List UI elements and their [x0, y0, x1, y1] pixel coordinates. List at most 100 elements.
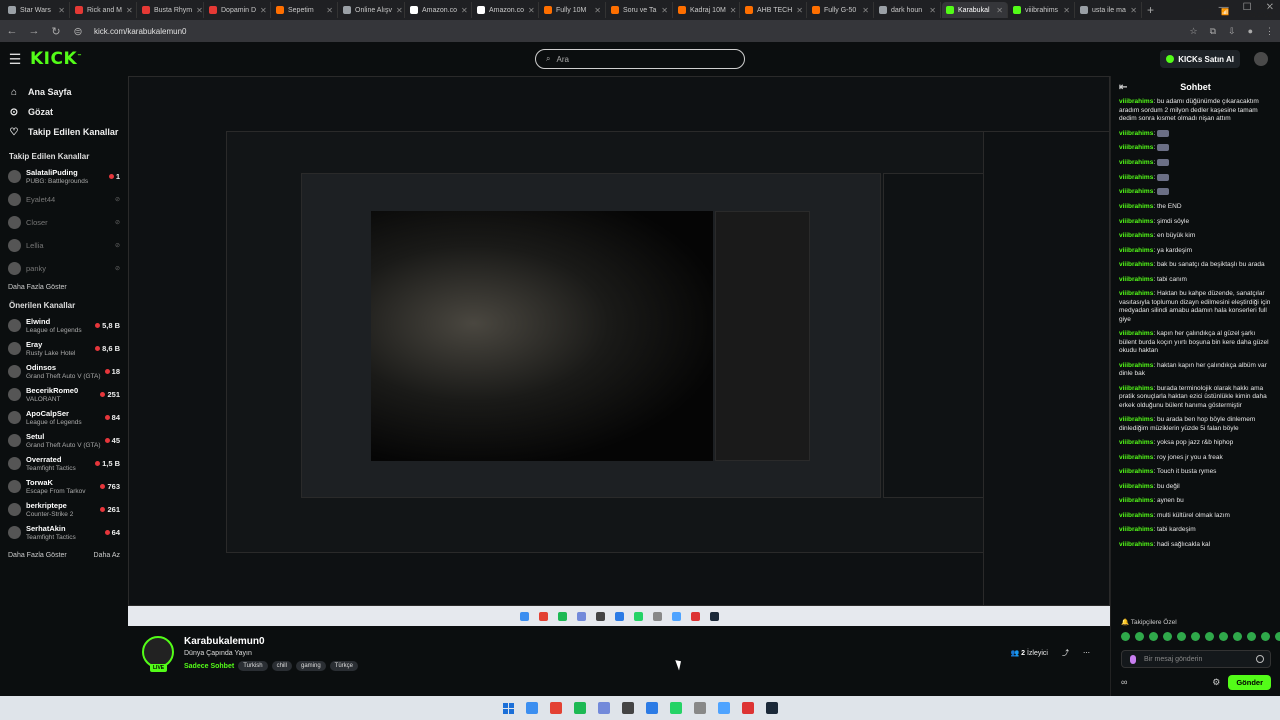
kick-logo[interactable]: KICK™ — [30, 49, 83, 69]
tag-chip[interactable]: Turkish — [238, 661, 268, 671]
profile-icon[interactable]: ● — [1248, 26, 1253, 37]
sidebar-nav-item[interactable]: ⌂ Ana Sayfa — [8, 82, 120, 102]
tab-close-icon[interactable]: ✕ — [126, 6, 133, 15]
channel-item[interactable]: SerhatAkin Teamfight Tactics 64 — [8, 521, 120, 544]
browser-tab[interactable]: Kadraj 10M ✕ — [674, 2, 740, 18]
emote-icon[interactable] — [1177, 632, 1186, 641]
tab-close-icon[interactable]: ✕ — [1130, 6, 1137, 15]
channel-item[interactable]: TorwaK Escape From Tarkov 763 — [8, 475, 120, 498]
chat-username[interactable]: viiibrahims — [1119, 454, 1153, 461]
show-more-followed[interactable]: Daha Fazla Göster — [8, 284, 120, 291]
chat-username[interactable]: viiibrahims — [1119, 276, 1153, 283]
tab-close-icon[interactable]: ✕ — [661, 6, 668, 15]
tag-chip[interactable]: chill — [271, 661, 292, 671]
emote-icon[interactable] — [1233, 632, 1242, 641]
emote-icon[interactable] — [1163, 632, 1172, 641]
channel-avatar[interactable]: LIVE — [142, 636, 174, 672]
send-button[interactable]: Gönder — [1228, 674, 1271, 690]
show-more-recommended[interactable]: Daha Fazla Göster — [8, 552, 67, 559]
tag-chip[interactable]: gaming — [295, 661, 326, 671]
stream-video[interactable] — [128, 76, 1110, 626]
menu-icon[interactable]: ⋮ — [1265, 26, 1274, 37]
extensions-icon[interactable]: ⧉ — [1210, 26, 1216, 37]
browser-taskbar-icon[interactable] — [525, 702, 538, 714]
chat-username[interactable]: viiibrahims — [1119, 512, 1153, 519]
chat-username[interactable]: viiibrahims — [1119, 232, 1153, 239]
emote-icon[interactable] — [1205, 632, 1214, 641]
chat-input[interactable]: Bir mesaj gönderin — [1121, 650, 1271, 668]
tab-close-icon[interactable]: ✕ — [196, 6, 203, 15]
bookmark-star-icon[interactable]: ☆ — [1190, 26, 1198, 37]
options-icon[interactable]: ⋯ — [1083, 649, 1090, 657]
windows-start-icon[interactable] — [502, 702, 514, 714]
chat-username[interactable]: viiibrahims — [1119, 483, 1153, 490]
channel-item[interactable]: panky ⊘ — [8, 257, 120, 280]
chat-username[interactable]: viiibrahims — [1119, 159, 1153, 166]
channel-item[interactable]: Elwind League of Legends 5,8 B — [8, 314, 120, 337]
emote-icon[interactable] — [1135, 632, 1144, 641]
tab-close-icon[interactable]: ✕ — [594, 6, 601, 15]
antivirus-taskbar-icon[interactable] — [741, 702, 754, 714]
sidebar-nav-item[interactable]: ♡ Takip Edilen Kanallar — [8, 122, 120, 142]
browser-tab[interactable]: Online Alışv ✕ — [339, 2, 405, 18]
emote-icon[interactable] — [1261, 632, 1270, 641]
app-taskbar-icon[interactable] — [621, 702, 634, 714]
vscode-taskbar-icon[interactable] — [645, 702, 658, 714]
channel-item[interactable]: Closer ⊘ — [8, 211, 120, 234]
browser-tab[interactable]: AHB TECH ✕ — [741, 2, 807, 18]
hamburger-menu-icon[interactable]: ☰ — [0, 51, 30, 68]
url-field[interactable]: kick.com/karabukalemun0 — [94, 27, 1180, 36]
reload-icon[interactable]: ↻ — [50, 25, 62, 38]
browser-tab[interactable]: Fully G-50 ✕ — [808, 2, 874, 18]
sidebar-nav-item[interactable]: ⊙ Gözat — [8, 102, 120, 122]
lang-indicator[interactable]: TUR — [1198, 9, 1211, 16]
channel-item[interactable]: Overrated Teamfight Tactics 1,5 B — [8, 452, 120, 475]
download-icon[interactable]: ⇩ — [1228, 26, 1236, 37]
browser-tab[interactable]: Busta Rhym ✕ — [138, 2, 204, 18]
chat-username[interactable]: viiibrahims — [1119, 290, 1153, 297]
channel-item[interactable]: Eyalet44 ⊘ — [8, 188, 120, 211]
chat-username[interactable]: viiibrahims — [1119, 541, 1153, 548]
chat-username[interactable]: viiibrahims — [1119, 497, 1153, 504]
spotify-taskbar-icon[interactable] — [573, 702, 586, 714]
chat-username[interactable]: viiibrahims — [1119, 203, 1153, 210]
browser-tab[interactable]: Fully 10M ✕ — [540, 2, 606, 18]
tab-close-icon[interactable]: ✕ — [58, 6, 65, 15]
browser-tab[interactable]: Sepetim ✕ — [272, 2, 338, 18]
tab-close-icon[interactable]: ✕ — [326, 6, 333, 15]
show-less[interactable]: Daha Az — [94, 552, 120, 559]
tab-close-icon[interactable]: ✕ — [862, 6, 869, 15]
chat-username[interactable]: viiibrahims — [1119, 439, 1153, 446]
emoji-picker-icon[interactable] — [1256, 655, 1264, 663]
infinity-icon[interactable]: ∞ — [1121, 677, 1127, 687]
tab-close-icon[interactable]: ✕ — [260, 6, 267, 15]
browser-tab[interactable]: Amazon.co ✕ — [473, 2, 539, 18]
channel-item[interactable]: Setul Grand Theft Auto V (GTA) 45 — [8, 429, 120, 452]
share-icon[interactable]: ⤴ — [1062, 648, 1069, 658]
discord-taskbar-icon[interactable] — [597, 702, 610, 714]
tab-close-icon[interactable]: ✕ — [461, 6, 468, 15]
tab-close-icon[interactable]: ✕ — [396, 6, 403, 15]
channel-item[interactable]: ApoCalpSer League of Legends 84 — [8, 406, 120, 429]
browser-tab[interactable]: Star Wars ✕ — [4, 2, 70, 18]
chat-username[interactable]: viiibrahims — [1119, 468, 1153, 475]
channel-item[interactable]: BecerikRome0 VALORANT 251 — [8, 383, 120, 406]
browser-tab[interactable]: viiibrahims ✕ — [1009, 2, 1075, 18]
chat-username[interactable]: viiibrahims — [1119, 189, 1153, 196]
browser-tab[interactable]: Rick and M ✕ — [71, 2, 137, 18]
chrome-taskbar-icon[interactable] — [549, 702, 562, 714]
chat-username[interactable]: viiibrahims — [1119, 247, 1153, 254]
search-input[interactable]: ⌕ Ara — [535, 49, 745, 69]
browser-tab[interactable]: Karabukal ✕ — [942, 2, 1008, 18]
emote-icon[interactable] — [1275, 632, 1280, 641]
browser-tab[interactable]: Dopamin D ✕ — [205, 2, 271, 18]
emote-icon[interactable] — [1191, 632, 1200, 641]
steam-taskbar-icon[interactable] — [765, 702, 778, 714]
calculator-taskbar-icon[interactable] — [693, 702, 706, 714]
tab-close-icon[interactable]: ✕ — [796, 6, 803, 15]
collapse-chat-icon[interactable]: ⇤ — [1119, 82, 1127, 93]
new-tab-icon[interactable]: + — [1143, 3, 1158, 17]
browser-tab[interactable]: Soru ve Ta ✕ — [607, 2, 673, 18]
tag-chip[interactable]: Türkçe — [329, 661, 359, 671]
tab-close-icon[interactable]: ✕ — [730, 6, 737, 15]
